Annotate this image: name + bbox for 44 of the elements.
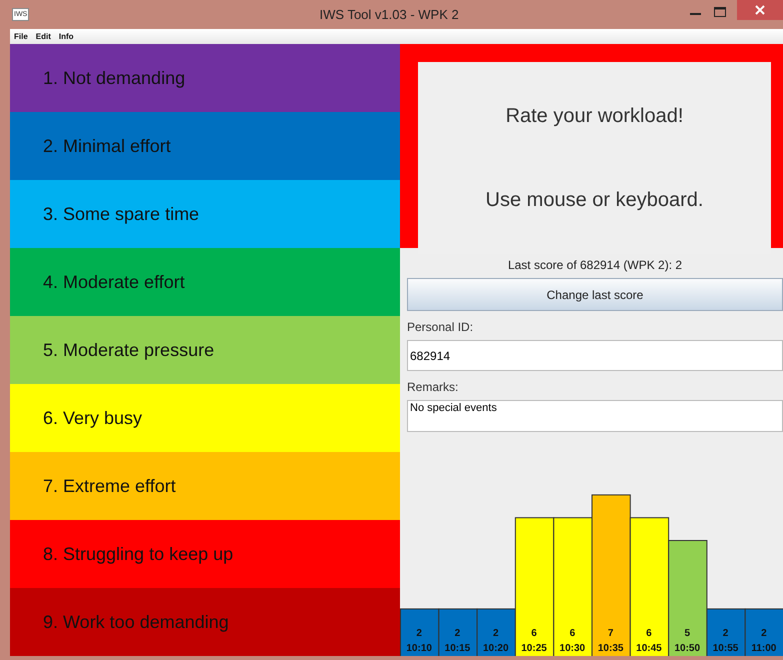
prompt-text: Use mouse or keyboard. [486, 188, 704, 212]
bar-time-label: 10:45 [636, 643, 662, 654]
bar-time-label: 10:15 [444, 643, 470, 654]
maximize-icon[interactable] [713, 6, 727, 18]
bar-value-label: 6 [570, 628, 576, 639]
prompt-text: Rate your workload! [506, 104, 684, 128]
rating-button[interactable]: 5. Moderate pressure [10, 316, 400, 384]
bar-time-label: 10:50 [674, 643, 700, 654]
rating-button[interactable]: 3. Some spare time [10, 180, 400, 248]
bar-value-label: 6 [531, 628, 537, 639]
menu-item[interactable]: Edit [36, 32, 51, 41]
menu-item[interactable]: File [14, 32, 28, 41]
bar-time-label: 11:00 [751, 643, 776, 654]
personal-id-field[interactable]: 682914 [407, 340, 783, 371]
rating-button[interactable]: 4. Moderate effort [10, 248, 400, 316]
bar-value-label: 2 [761, 628, 767, 639]
bar-time-label: 10:20 [482, 643, 509, 654]
field-label: Personal ID: [407, 320, 474, 334]
bar-time-label: 10:25 [521, 643, 547, 654]
bar-value-label: 5 [684, 628, 690, 639]
close-button[interactable] [737, 0, 783, 20]
bar-time-label: 10:30 [560, 643, 586, 654]
chart-bar [438, 608, 478, 656]
change-score-button[interactable]: Change last score [407, 278, 783, 311]
bar-time-label: 10:55 [712, 643, 738, 654]
field-label: Remarks: [407, 380, 460, 394]
window-title: IWS Tool v1.03 - WPK 2 [318, 7, 460, 22]
rating-button[interactable]: 7. Extreme effort [10, 452, 400, 520]
rating-button[interactable]: 6. Very busy [10, 384, 400, 452]
bar-value-label: 7 [608, 628, 614, 639]
rating-button[interactable]: 8. Struggling to keep up [10, 520, 400, 588]
bar-value-label: 2 [416, 628, 422, 639]
bar-value-label: 2 [492, 628, 499, 639]
rating-button[interactable]: 2. Minimal effort [10, 112, 400, 180]
menu-item[interactable]: Info [58, 32, 74, 41]
bar-value-label: 2 [454, 628, 460, 639]
bar-value-label: 2 [722, 628, 728, 639]
last-score-text: Last score of 682914 (WPK 2): 2 [506, 258, 684, 272]
bar-time-label: 10:10 [406, 643, 432, 654]
chart-bar [744, 608, 783, 656]
close-icon [755, 5, 765, 15]
bar-time-label: 10:35 [598, 643, 624, 654]
bar-value-label: 6 [646, 628, 652, 639]
remarks-field[interactable]: No special events [407, 400, 783, 432]
